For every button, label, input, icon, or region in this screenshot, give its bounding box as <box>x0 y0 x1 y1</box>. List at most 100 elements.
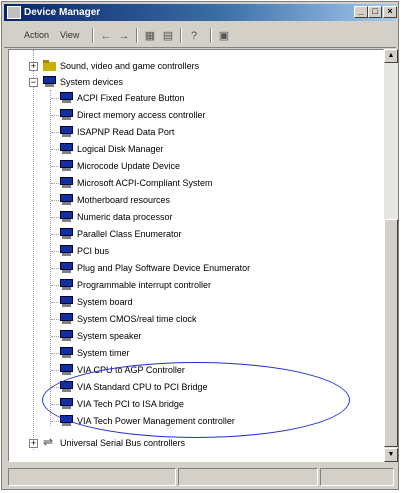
back-arrow-icon[interactable]: ← <box>98 28 114 43</box>
tree-item-device[interactable]: System speaker <box>9 328 379 344</box>
tree-item-device[interactable]: Direct memory access controller <box>9 107 379 123</box>
tree-item-label: Parallel Class Enumerator <box>77 229 182 239</box>
tree-item-label: System timer <box>77 348 130 358</box>
tree-item-label: System board <box>77 297 133 307</box>
window-title: Device Manager <box>24 7 101 18</box>
tree-item-device[interactable]: Microsoft ACPI-Compliant System <box>9 175 379 191</box>
device-icon <box>60 143 73 154</box>
device-icon <box>60 313 73 324</box>
tree-item-device[interactable]: System board <box>9 294 379 310</box>
tree-item-device[interactable]: Programmable interrupt controller <box>9 277 379 293</box>
device-icon <box>60 347 73 358</box>
expand-icon[interactable]: + <box>29 62 38 71</box>
toolbar-separator <box>180 28 181 43</box>
device-icon <box>60 245 73 256</box>
device-tree[interactable]: + Sound, video and game controllers − Sy… <box>8 49 384 462</box>
device-icon <box>60 177 73 188</box>
close-button[interactable]: × <box>383 6 397 18</box>
status-bar <box>8 468 394 486</box>
scroll-up-arrow-icon[interactable]: ▲ <box>384 49 398 63</box>
tree-item-device[interactable]: VIA Tech Power Management controller <box>9 413 379 429</box>
tree-item-label: Microcode Update Device <box>77 161 181 171</box>
tree-connector <box>51 200 59 201</box>
tree-item-label: Logical Disk Manager <box>77 144 164 154</box>
tree-connector <box>51 370 59 371</box>
tree-item-sound[interactable]: + Sound, video and game controllers <box>9 58 379 74</box>
menu-action[interactable]: Action <box>24 30 49 40</box>
tree-item-label: Plug and Play Software Device Enumerator <box>77 263 251 273</box>
tree-connector <box>51 166 59 167</box>
maximize-button[interactable]: □ <box>368 6 382 18</box>
tree-item-label: Universal Serial Bus controllers <box>60 438 186 448</box>
tree-connector <box>51 183 59 184</box>
title-bar[interactable]: Device Manager _ □ × <box>4 4 397 21</box>
toolbar-separator <box>210 28 211 43</box>
details-icon[interactable]: ▤ <box>160 28 176 43</box>
tree-item-device[interactable]: Parallel Class Enumerator <box>9 226 379 242</box>
tree-item-label: Numeric data processor <box>77 212 173 222</box>
device-icon <box>60 262 73 273</box>
tree-item-device[interactable]: Numeric data processor <box>9 209 379 225</box>
device-icon <box>60 364 73 375</box>
tree-item-label: Microsoft ACPI-Compliant System <box>77 178 213 188</box>
collapse-icon[interactable]: − <box>29 78 38 87</box>
device-icon <box>60 228 73 239</box>
tree-item-device[interactable]: System timer <box>9 345 379 361</box>
toolbar-separator <box>92 28 93 43</box>
device-icon <box>60 415 73 426</box>
tree-connector <box>51 217 59 218</box>
scan-hardware-icon[interactable]: ▣ <box>216 28 232 43</box>
tree-item-device[interactable]: ISAPNP Read Data Port <box>9 124 379 140</box>
tree-connector <box>51 302 59 303</box>
tree-item-device[interactable]: VIA CPU to AGP Controller <box>9 362 379 378</box>
device-icon <box>60 109 73 120</box>
tree-item-device[interactable]: VIA Standard CPU to PCI Bridge <box>9 379 379 395</box>
usb-icon: ⇌ <box>43 435 54 449</box>
menu-view[interactable]: View <box>60 30 79 40</box>
tree-item-label: VIA Tech Power Management controller <box>77 416 235 426</box>
tree-item-system-devices[interactable]: − System devices <box>9 74 379 90</box>
tree-item-device[interactable]: Plug and Play Software Device Enumerator <box>9 260 379 276</box>
minimize-button[interactable]: _ <box>354 6 368 18</box>
tree-item-label: Sound, video and game controllers <box>60 61 200 71</box>
tree-item-label: VIA CPU to AGP Controller <box>77 365 185 375</box>
tree-connector <box>51 387 59 388</box>
forward-arrow-icon[interactable]: → <box>116 28 132 43</box>
tree-connector <box>51 353 59 354</box>
tree-connector <box>51 234 59 235</box>
device-icon <box>60 194 73 205</box>
tree-item-usb[interactable]: + ⇌ Universal Serial Bus controllers <box>9 435 379 451</box>
status-panel <box>178 468 318 486</box>
tree-item-device[interactable]: VIA Tech PCI to ISA bridge <box>9 396 379 412</box>
tree-item-device[interactable]: ACPI Fixed Feature Button <box>9 90 379 106</box>
toolbar-separator <box>136 28 137 43</box>
tree-item-label: System speaker <box>77 331 142 341</box>
status-panel <box>320 468 394 486</box>
tree-item-device[interactable]: Motherboard resources <box>9 192 379 208</box>
tree-item-label: Motherboard resources <box>77 195 171 205</box>
expand-icon[interactable]: + <box>29 439 38 448</box>
tree-connector <box>51 98 59 99</box>
tree-item-label: Programmable interrupt controller <box>77 280 212 290</box>
help-icon[interactable]: ? <box>186 28 202 43</box>
tree-item-label: System devices <box>60 77 124 87</box>
tree-item-device[interactable]: PCI bus <box>9 243 379 259</box>
scrollbar-thumb[interactable] <box>384 219 398 447</box>
tree-connector <box>51 115 59 116</box>
tree-connector <box>51 251 59 252</box>
tree-item-label: PCI bus <box>77 246 110 256</box>
tree-item-device[interactable]: Microcode Update Device <box>9 158 379 174</box>
device-icon <box>60 296 73 307</box>
tree-item-label: Direct memory access controller <box>77 110 206 120</box>
properties-icon[interactable]: ▦ <box>142 28 158 43</box>
tree-item-device[interactable]: System CMOS/real time clock <box>9 311 379 327</box>
vertical-scrollbar[interactable]: ▲ ▼ <box>384 49 398 462</box>
tree-item-label: ISAPNP Read Data Port <box>77 127 175 137</box>
tree-connector <box>51 132 59 133</box>
device-icon <box>60 211 73 222</box>
scroll-down-arrow-icon[interactable]: ▼ <box>384 448 398 462</box>
tree-connector <box>51 149 59 150</box>
toolbar: Action View ← → ▦ ▤ ? ▣ <box>4 23 396 48</box>
status-panel <box>8 468 176 486</box>
tree-item-device[interactable]: Logical Disk Manager <box>9 141 379 157</box>
